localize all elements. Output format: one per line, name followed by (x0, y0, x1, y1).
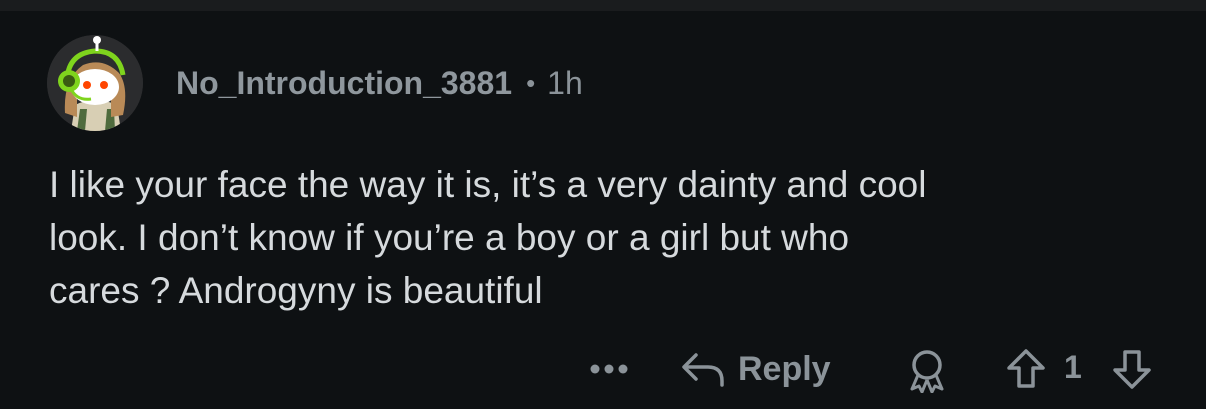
snoo-avatar-icon (47, 35, 143, 131)
downvote-button[interactable] (1108, 347, 1156, 391)
reply-button[interactable]: Reply (680, 347, 831, 391)
vote-score: 1 (1064, 349, 1082, 385)
upvote-arrow-icon (1007, 349, 1045, 388)
timestamp[interactable]: 1h (547, 65, 583, 102)
meta-separator: • (526, 67, 536, 98)
award-button[interactable] (903, 347, 951, 395)
comment-action-bar: Reply 1 (0, 347, 1206, 393)
comment-meta: No_Introduction_3881 • 1h (176, 63, 583, 103)
reply-arrow-icon (682, 353, 724, 387)
top-divider-strip (0, 0, 1206, 11)
comment-card: No_Introduction_3881 • 1h I like your fa… (0, 11, 1206, 409)
downvote-arrow-icon (1113, 350, 1151, 389)
upvote-button[interactable] (1002, 347, 1050, 391)
avatar[interactable] (47, 35, 143, 131)
reply-label: Reply (738, 349, 831, 388)
more-options-button[interactable] (586, 351, 632, 387)
username-link[interactable]: No_Introduction_3881 (176, 65, 512, 102)
comment-body: I like your face the way it is, it’s a v… (49, 164, 927, 311)
more-dots-icon (590, 364, 628, 374)
award-icon (910, 350, 944, 393)
